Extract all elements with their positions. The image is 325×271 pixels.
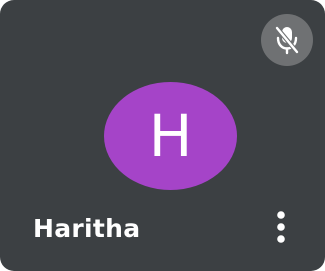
participant-tile: H Haritha bbox=[0, 0, 325, 271]
avatar: H bbox=[104, 82, 237, 190]
mic-off-glyph bbox=[274, 25, 300, 55]
mic-off-icon bbox=[261, 14, 313, 66]
more-vert-icon bbox=[277, 211, 285, 243]
more-options-button[interactable] bbox=[266, 206, 296, 248]
avatar-initial: H bbox=[148, 102, 193, 170]
participant-name: Haritha bbox=[33, 214, 141, 243]
